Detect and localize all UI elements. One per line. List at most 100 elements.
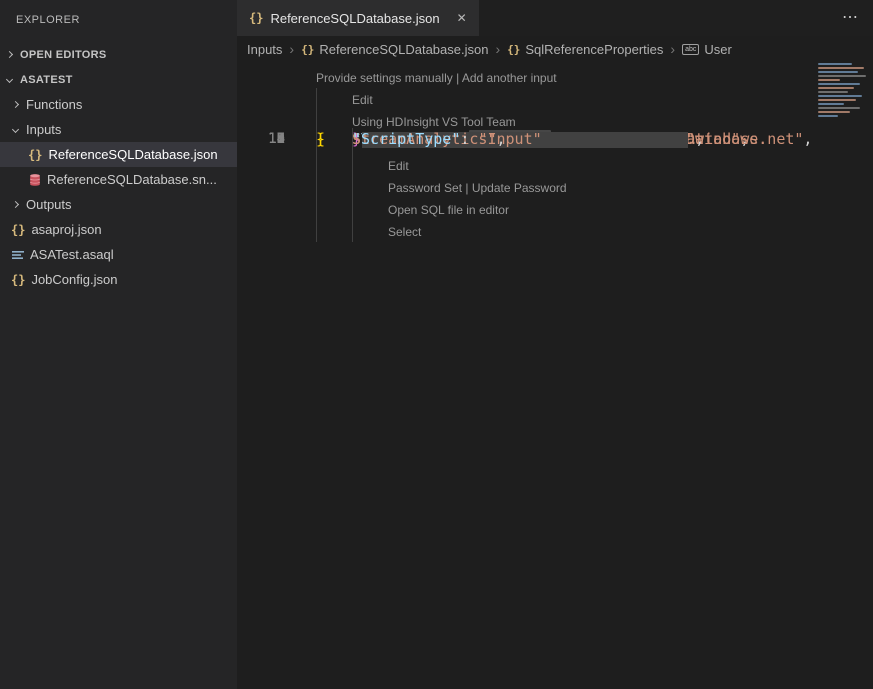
tree-item-jobconfig-json[interactable]: {} JobConfig.json: [0, 267, 237, 292]
tree-item-label: JobConfig.json: [31, 272, 117, 287]
codelens-line[interactable]: Password Set | Update Password: [237, 176, 873, 198]
tree-item-inputs[interactable]: Inputs: [0, 117, 237, 142]
tree-item-referencesqldatabase-sn[interactable]: ReferenceSQLDatabase.sn...: [0, 167, 237, 192]
minimap[interactable]: [813, 60, 873, 122]
json-file-icon: {}: [28, 148, 42, 162]
database-file-icon: [28, 173, 41, 187]
chevron-right-icon: [12, 101, 19, 108]
codelens-line[interactable]: Edit: [237, 154, 873, 176]
indent-guide: [352, 220, 388, 242]
breadcrumb-label: ReferenceSQLDatabase.json: [319, 42, 488, 57]
codelens-separator: |: [462, 181, 472, 195]
tree-item-outputs[interactable]: Outputs: [0, 192, 237, 217]
minimap-line: [818, 71, 858, 73]
chevron-right-icon: [6, 51, 13, 58]
minimap-line: [818, 87, 854, 89]
breadcrumb-label: Inputs: [247, 42, 282, 57]
vscode-window: EXPLORER OPEN EDITORS ASATEST Functions I…: [0, 0, 873, 689]
tree-item-label: Inputs: [26, 122, 61, 137]
breadcrumb-item-user[interactable]: abc User: [682, 42, 732, 57]
tab-label: ReferenceSQLDatabase.json: [270, 11, 439, 26]
codelens-link[interactable]: Update Password: [472, 181, 567, 195]
breadcrumb: Inputs › {} ReferenceSQLDatabase.json › {} Sql…: [237, 36, 873, 62]
code-token: }: [316, 130, 325, 148]
tree-item-asaproj-json[interactable]: {}asaproj.json: [0, 217, 237, 242]
indent-guide: [316, 88, 352, 110]
indent-guide: [352, 198, 388, 220]
tree-item-label: ReferenceSQLDatabase.json: [48, 147, 217, 162]
minimap-line: [818, 99, 856, 101]
codelens-link[interactable]: Password Set: [388, 181, 462, 195]
breadcrumb-item-inputs[interactable]: Inputs: [247, 42, 282, 57]
more-actions-icon[interactable]: ⋯: [842, 7, 859, 27]
codelens-link[interactable]: Edit: [388, 159, 409, 173]
codelens-link[interactable]: Select: [388, 225, 421, 239]
codelens-line[interactable]: Open SQL file in editor: [237, 198, 873, 220]
line-number: [237, 198, 316, 220]
line-content: Select: [316, 220, 873, 242]
line-content: Edit: [316, 88, 873, 110]
minimap-line: [818, 83, 860, 85]
minimap-line: [818, 79, 840, 81]
indent-guide: [352, 154, 388, 176]
close-icon[interactable]: ✕: [457, 11, 467, 25]
line-number: [237, 154, 316, 176]
codelens-line[interactable]: Edit: [237, 88, 873, 110]
symbol-object-icon: {}: [301, 43, 314, 56]
indent-guide: [316, 220, 352, 242]
line-content: }: [316, 128, 873, 146]
line-number: [237, 66, 316, 88]
json-file-icon: {}: [11, 273, 25, 287]
tree-item-label: Outputs: [26, 197, 72, 212]
codelens-link[interactable]: Provide settings manually: [316, 71, 453, 85]
section-label: OPEN EDITORS: [20, 49, 107, 61]
minimap-line: [818, 107, 860, 109]
minimap-line: [818, 95, 862, 97]
symbol-string-icon: abc: [682, 44, 699, 55]
breadcrumb-item-sqlreferenceproperties[interactable]: {} SqlReferenceProperties: [507, 42, 663, 57]
codelens-line[interactable]: Provide settings manually | Add another …: [237, 66, 873, 88]
line-content: Edit: [316, 154, 873, 176]
code-editor[interactable]: Provide settings manually | Add another …: [237, 62, 873, 689]
minimap-line: [818, 91, 848, 93]
minimap-line: [818, 63, 852, 65]
breadcrumb-label: SqlReferenceProperties: [525, 42, 663, 57]
minimap-line: [818, 115, 838, 117]
chevron-right-icon: [12, 201, 19, 208]
minimap-line: [818, 103, 844, 105]
line-number: [237, 88, 316, 110]
line-content: Password Set | Update Password: [316, 176, 873, 198]
tree-item-label: ASATest.asaql: [30, 247, 114, 262]
indent-guide: [316, 198, 352, 220]
tree-item-functions[interactable]: Functions: [0, 92, 237, 117]
file-tree: Functions Inputs {} ReferenceSQLDatabase.js…: [0, 92, 237, 292]
breadcrumb-label: User: [704, 42, 731, 57]
symbol-object-icon: {}: [507, 43, 520, 56]
breadcrumb-separator: ›: [289, 41, 294, 57]
explorer-sidebar: EXPLORER OPEN EDITORS ASATEST Functions I…: [0, 0, 237, 689]
breadcrumb-item-referencesqldatabase-json[interactable]: {} ReferenceSQLDatabase.json: [301, 42, 488, 57]
explorer-title: EXPLORER: [0, 0, 237, 42]
line-content: Open SQL file in editor: [316, 198, 873, 220]
breadcrumb-separator: ›: [670, 41, 675, 57]
codelens-link[interactable]: Open SQL file in editor: [388, 203, 509, 217]
tree-item-asatest-asaql[interactable]: ASATest.asaql: [0, 242, 237, 267]
chevron-down-icon: [6, 76, 13, 83]
codelens-link[interactable]: Add another input: [462, 71, 557, 85]
codelens-separator: |: [453, 71, 462, 85]
tree-item-label: asaproj.json: [31, 222, 101, 237]
codelens-link[interactable]: Edit: [352, 93, 373, 107]
tab-referencesqldatabase-json[interactable]: {} ReferenceSQLDatabase.json ✕: [237, 0, 479, 36]
tree-item-referencesqldatabase-json[interactable]: {} ReferenceSQLDatabase.json: [0, 142, 237, 167]
code-line[interactable]: 17}: [237, 124, 873, 146]
editor-area: {} ReferenceSQLDatabase.json ✕ ⋯ Inputs ›…: [237, 0, 873, 689]
codelens-line[interactable]: Select: [237, 220, 873, 242]
section-open-editors[interactable]: OPEN EDITORS: [0, 42, 237, 67]
minimap-line: [818, 67, 864, 69]
tree-item-label: ReferenceSQLDatabase.sn...: [47, 172, 217, 187]
line-number: [237, 220, 316, 242]
tree-item-label: Functions: [26, 97, 82, 112]
indent-guide: [352, 176, 388, 198]
line-number: [237, 176, 316, 198]
section-asatest[interactable]: ASATEST: [0, 67, 237, 92]
